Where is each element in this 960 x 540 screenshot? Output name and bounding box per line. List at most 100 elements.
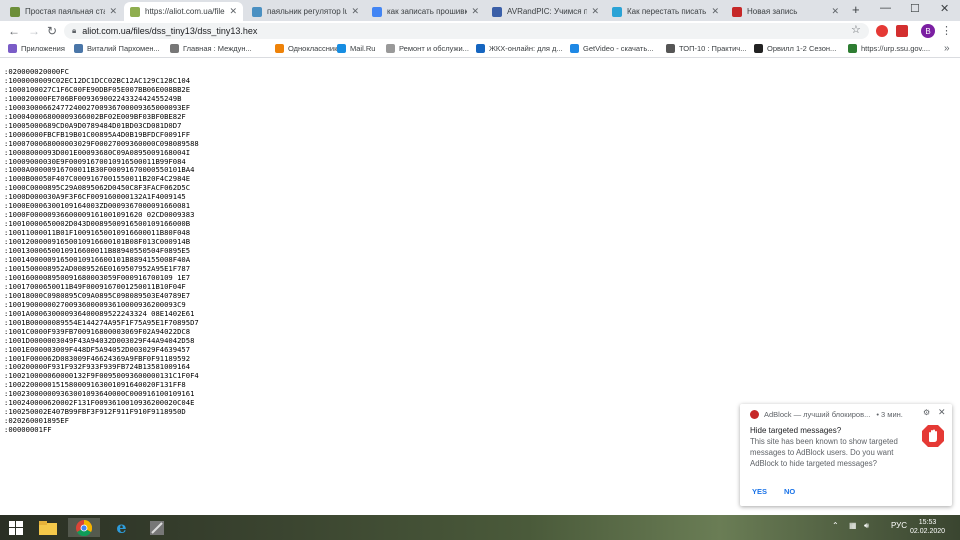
lock-icon: 🔒︎ xyxy=(72,26,77,35)
back-arrow-icon[interactable]: ← xyxy=(8,24,20,38)
tab-5[interactable]: AVRandPIC: Учимся прог✕ xyxy=(486,2,605,21)
bookmark-label: Ремонт и обслужи... xyxy=(399,44,469,53)
hex-file-content: :020000020000FC:1000000009C02EC12DC1DCC0… xyxy=(4,67,944,435)
bookmark-label: Орвилл 1-2 Сезон... xyxy=(767,44,837,53)
start-windows-icon[interactable] xyxy=(6,518,25,537)
forward-arrow-icon[interactable]: → xyxy=(28,24,40,38)
stop-hand-icon xyxy=(922,425,944,447)
bookmark-item[interactable]: Виталий Пархомен... xyxy=(74,44,160,53)
tab-close-icon[interactable]: ✕ xyxy=(711,6,719,17)
notification-title: Hide targeted messages? xyxy=(750,426,842,435)
notification-time: • 3 мин. xyxy=(876,410,903,419)
no-button[interactable]: NO xyxy=(784,487,795,496)
bookmark-favicon-icon xyxy=(848,44,857,53)
bookmark-item[interactable]: Приложения xyxy=(8,44,65,53)
language-indicator[interactable]: РУС xyxy=(891,521,907,530)
more-menu-icon[interactable]: ⋮ xyxy=(941,24,952,37)
clock-time: 15:53 xyxy=(918,519,937,526)
chrome-icon[interactable] xyxy=(68,518,100,537)
bookmark-item[interactable]: Главная : Междун... xyxy=(170,44,252,53)
tab-favicon-icon xyxy=(252,6,262,17)
bookmark-favicon-icon xyxy=(74,44,83,53)
close-icon[interactable]: ✕ xyxy=(938,407,946,418)
tray-up-arrow-icon[interactable]: ⌃ xyxy=(832,521,839,530)
tab-2[interactable]: https://aliot.com.ua/files/✕ xyxy=(124,2,243,21)
tab-close-icon[interactable]: ✕ xyxy=(109,6,117,17)
adblock-icon xyxy=(750,410,759,419)
settings-gear-icon[interactable]: ⚙ xyxy=(923,408,930,417)
tab-1[interactable]: Простая паяльная станц✕ xyxy=(4,2,123,21)
app-pinned-icon[interactable] xyxy=(147,518,166,537)
tab-favicon-icon xyxy=(372,6,382,17)
bookmark-favicon-icon xyxy=(666,44,675,53)
file-explorer-icon[interactable] xyxy=(38,518,57,537)
bookmark-label: ТОП-10 : Практич... xyxy=(679,44,747,53)
notification-header: AdBlock — лучший блокиров... • 3 мин. xyxy=(750,410,903,419)
bookmark-favicon-icon xyxy=(386,44,395,53)
close-window-button[interactable]: ✕ xyxy=(940,2,949,15)
tab-7[interactable]: Новая запись ✕ xyxy=(726,2,845,21)
tab-close-icon[interactable]: ✕ xyxy=(831,6,839,17)
tab-favicon-icon xyxy=(130,6,140,17)
notification-body: This site has been known to show targete… xyxy=(750,437,898,468)
bookmark-item[interactable]: ТОП-10 : Практич... xyxy=(666,44,746,53)
bookmark-item[interactable]: Одноклассники xyxy=(275,44,342,53)
bookmark-label: Виталий Пархомен... xyxy=(87,44,160,53)
tab-3[interactable]: паяльник регулятор lusko✕ xyxy=(246,2,365,21)
bookmark-favicon-icon xyxy=(476,44,485,53)
tab-close-icon[interactable]: ✕ xyxy=(229,6,237,17)
internet-explorer-icon[interactable]: e xyxy=(112,518,131,537)
bookmark-star-icon[interactable]: ☆ xyxy=(851,23,861,36)
bookmarks-overflow-icon[interactable]: » xyxy=(944,43,950,54)
bookmark-item[interactable]: ЖКХ-онлайн: для д... xyxy=(476,44,563,53)
tab-title: Новая запись xyxy=(747,7,798,16)
bookmark-label: https://urp.ssu.gov.... xyxy=(861,44,931,53)
tab-6[interactable]: Как перестать писать пр ✕ xyxy=(606,2,725,21)
tab-title: как записать прошивку в xyxy=(387,7,468,16)
tab-title: https://aliot.com.ua/files/ xyxy=(145,7,226,16)
windows-taskbar: e ⌃ ▦ 🔊︎ РУС 15:53 02.02.2020 xyxy=(0,515,960,540)
adblock-extension-icon[interactable] xyxy=(896,25,908,37)
tab-4[interactable]: как записать прошивку в✕ xyxy=(366,2,485,21)
bookmark-favicon-icon xyxy=(170,44,179,53)
tab-close-icon[interactable]: ✕ xyxy=(471,6,479,17)
tab-favicon-icon xyxy=(732,6,742,17)
reload-icon[interactable]: ↻ xyxy=(47,24,57,38)
tab-favicon-icon xyxy=(612,6,622,17)
bookmark-favicon-icon xyxy=(754,44,763,53)
profile-avatar[interactable]: B xyxy=(921,24,935,38)
clock[interactable]: 15:53 02.02.2020 xyxy=(910,518,945,536)
bookmark-favicon-icon xyxy=(275,44,284,53)
bookmark-label: Приложения xyxy=(21,44,65,53)
bookmark-item[interactable]: GetVideo - скачать... xyxy=(570,44,654,53)
opera-extension-icon[interactable] xyxy=(876,25,888,37)
url-text: aliot.com.ua/files/dss_tiny13/dss_tiny13… xyxy=(82,26,258,36)
tab-favicon-icon xyxy=(492,6,502,17)
bookmark-item[interactable]: https://urp.ssu.gov.... xyxy=(848,44,930,53)
tab-title: Как перестать писать пр xyxy=(627,7,707,16)
tab-close-icon[interactable]: ✕ xyxy=(351,6,359,17)
bookmark-item[interactable]: Орвилл 1-2 Сезон... xyxy=(754,44,836,53)
bookmark-item[interactable]: Ремонт и обслужи... xyxy=(386,44,469,53)
maximize-button[interactable]: ☐ xyxy=(910,2,920,15)
tab-title: паяльник регулятор lusko xyxy=(267,7,348,16)
new-tab-button[interactable]: + xyxy=(852,2,860,17)
bookmark-label: ЖКХ-онлайн: для д... xyxy=(489,44,563,53)
bookmarks-bar: Приложения Виталий Пархомен... Главная : М… xyxy=(0,41,960,58)
tab-favicon-icon xyxy=(10,6,20,17)
adblock-notification: AdBlock — лучший блокиров... • 3 мин. ⚙ … xyxy=(740,404,952,506)
tab-title: AVRandPIC: Учимся прог xyxy=(507,7,588,16)
notification-app-name: AdBlock — лучший блокиров... xyxy=(764,410,871,419)
tab-close-icon[interactable]: ✕ xyxy=(591,6,599,17)
speaker-icon[interactable]: 🔊︎ xyxy=(864,521,869,531)
minimize-button[interactable]: — xyxy=(880,2,891,14)
bookmark-favicon-icon xyxy=(570,44,579,53)
bookmark-item[interactable]: Mail.Ru xyxy=(337,44,375,53)
tab-strip: Простая паяльная станц✕https://aliot.com… xyxy=(0,0,960,21)
bookmark-label: GetVideo - скачать... xyxy=(583,44,654,53)
yes-button[interactable]: YES xyxy=(752,487,767,496)
bookmark-favicon-icon xyxy=(8,44,17,53)
address-bar[interactable]: 🔒︎ aliot.com.ua/files/dss_tiny13/dss_tin… xyxy=(64,23,869,39)
bookmark-label: Главная : Междун... xyxy=(183,44,252,53)
network-icon[interactable]: ▦ xyxy=(849,521,857,530)
